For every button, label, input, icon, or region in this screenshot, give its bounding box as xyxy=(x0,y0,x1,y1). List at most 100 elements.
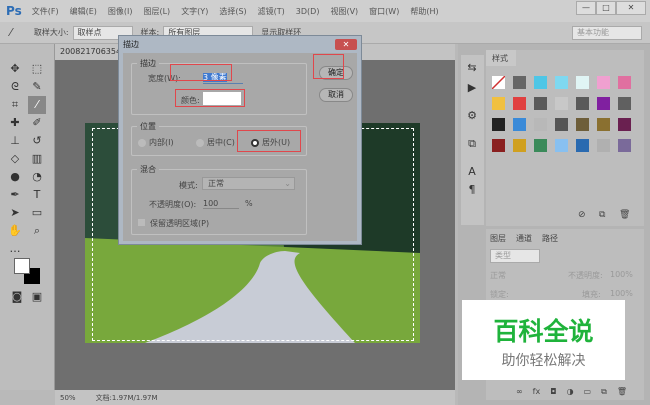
link-layers-icon[interactable]: ∞ xyxy=(516,387,523,397)
dialog-close-button[interactable]: ✕ xyxy=(335,39,357,50)
style-swatch[interactable] xyxy=(513,97,526,110)
lasso-tool-icon[interactable]: ᘓ xyxy=(6,78,24,96)
screen-mode-icon[interactable]: ▣ xyxy=(28,288,46,306)
menu-filter[interactable]: 滤镜(T) xyxy=(258,6,285,17)
cancel-button[interactable]: 取消 xyxy=(319,88,353,102)
fill-value[interactable]: 100% xyxy=(610,289,633,298)
eyedropper-icon[interactable]: ⁄ xyxy=(10,26,12,39)
tab-layers[interactable]: 图层 xyxy=(490,233,506,244)
radio-center[interactable]: 居中(C) xyxy=(196,137,235,148)
new-layer-icon[interactable]: ⧉ xyxy=(601,387,607,397)
style-swatch[interactable] xyxy=(534,139,547,152)
menu-edit[interactable]: 编辑(E) xyxy=(70,6,97,17)
more-tools-icon[interactable]: … xyxy=(6,240,24,258)
path-select-icon[interactable]: ➤ xyxy=(6,204,24,222)
style-swatch[interactable] xyxy=(492,97,505,110)
close-button[interactable]: ✕ xyxy=(616,1,646,15)
quick-mask-icon[interactable]: ◙ xyxy=(8,288,26,306)
crop-tool-icon[interactable]: ⌗ xyxy=(6,96,24,114)
preserve-transparency-checkbox[interactable]: 保留透明区域(P) xyxy=(138,218,209,229)
paragraph-icon[interactable]: ¶ xyxy=(463,181,481,199)
style-swatch[interactable] xyxy=(555,97,568,110)
style-swatch[interactable] xyxy=(576,97,589,110)
style-swatch[interactable] xyxy=(597,139,610,152)
style-swatch[interactable] xyxy=(492,118,505,131)
style-swatch[interactable] xyxy=(576,76,589,89)
document-tab[interactable]: 200821706354 xyxy=(60,47,121,56)
style-swatch[interactable] xyxy=(534,118,547,131)
style-swatch[interactable] xyxy=(618,97,631,110)
move-tool-icon[interactable]: ✥ xyxy=(6,60,24,78)
pen-tool-icon[interactable]: ✒ xyxy=(6,186,24,204)
style-swatch[interactable] xyxy=(576,118,589,131)
adjustment-icon[interactable]: ◑ xyxy=(567,387,574,397)
clear-style-icon[interactable]: ⊘ xyxy=(578,210,586,220)
style-swatch[interactable] xyxy=(618,118,631,131)
style-swatch[interactable] xyxy=(618,139,631,152)
zoom-level[interactable]: 50% xyxy=(60,394,76,402)
actions-play-icon[interactable]: ▶ xyxy=(463,79,481,97)
minimize-button[interactable]: — xyxy=(576,1,596,15)
style-swatch[interactable] xyxy=(534,97,547,110)
character-icon[interactable]: A xyxy=(463,163,481,181)
opacity-input[interactable]: 100 xyxy=(203,199,239,209)
style-swatch[interactable] xyxy=(513,139,526,152)
stamp-tool-icon[interactable]: ⊥ xyxy=(6,132,24,150)
style-swatch[interactable] xyxy=(576,139,589,152)
style-swatch[interactable] xyxy=(597,118,610,131)
maximize-button[interactable]: □ xyxy=(596,1,616,15)
workspace-select[interactable]: 基本功能 xyxy=(572,25,642,40)
opacity-value[interactable]: 100% xyxy=(610,270,633,279)
menu-image[interactable]: 图像(I) xyxy=(108,6,133,17)
history-icon[interactable]: ⇆ xyxy=(463,59,481,77)
delete-layer-icon[interactable]: 🗑 xyxy=(617,387,627,397)
menu-window[interactable]: 窗口(W) xyxy=(369,6,399,17)
foreground-color[interactable] xyxy=(14,258,30,274)
menu-file[interactable]: 文件(F) xyxy=(32,6,59,17)
eraser-tool-icon[interactable]: ◇ xyxy=(6,150,24,168)
menu-3d[interactable]: 3D(D) xyxy=(296,7,320,16)
tab-channels[interactable]: 通道 xyxy=(516,233,532,244)
style-swatch[interactable] xyxy=(492,76,505,89)
mask-icon[interactable]: ◘ xyxy=(550,387,556,397)
style-swatch[interactable] xyxy=(597,76,610,89)
menu-layer[interactable]: 图层(L) xyxy=(143,6,170,17)
eyedropper-tool-icon[interactable]: ⁄ xyxy=(28,96,46,114)
quick-select-icon[interactable]: ✎ xyxy=(28,78,46,96)
blur-tool-icon[interactable]: ● xyxy=(6,168,24,186)
zoom-tool-icon[interactable]: ⌕ xyxy=(28,222,46,240)
healing-tool-icon[interactable]: ✚ xyxy=(6,114,24,132)
style-swatch[interactable] xyxy=(555,139,568,152)
style-swatch[interactable] xyxy=(555,76,568,89)
layer-filter-select[interactable]: 类型 xyxy=(490,249,540,263)
brush-tool-icon[interactable]: ✐ xyxy=(28,114,46,132)
marquee-tool-icon[interactable]: ⬚ xyxy=(28,60,46,78)
dodge-tool-icon[interactable]: ◔ xyxy=(28,168,46,186)
tab-styles[interactable]: 样式 xyxy=(486,50,516,66)
history-brush-icon[interactable]: ↺ xyxy=(28,132,46,150)
menu-select[interactable]: 选择(S) xyxy=(219,6,246,17)
tab-paths[interactable]: 路径 xyxy=(542,233,558,244)
radio-inside[interactable]: 内部(I) xyxy=(138,137,174,148)
layer-blend-select[interactable]: 正常 xyxy=(490,270,506,281)
menu-help[interactable]: 帮助(H) xyxy=(410,6,438,17)
style-swatch[interactable] xyxy=(555,118,568,131)
clone-source-icon[interactable]: ⧉ xyxy=(463,135,481,153)
menu-type[interactable]: 文字(Y) xyxy=(181,6,208,17)
style-swatch[interactable] xyxy=(513,76,526,89)
style-swatch[interactable] xyxy=(513,118,526,131)
hand-tool-icon[interactable]: ✋ xyxy=(6,222,24,240)
new-style-icon[interactable]: ⧉ xyxy=(599,210,605,220)
style-swatch[interactable] xyxy=(492,139,505,152)
properties-icon[interactable]: ⚙ xyxy=(463,107,481,125)
fx-icon[interactable]: fx xyxy=(533,387,541,397)
mode-select[interactable]: 正常 ⌄ xyxy=(202,177,295,190)
style-swatch[interactable] xyxy=(618,76,631,89)
style-swatch[interactable] xyxy=(534,76,547,89)
type-tool-icon[interactable]: T xyxy=(28,186,46,204)
delete-style-icon[interactable]: 🗑 xyxy=(619,210,630,220)
gradient-tool-icon[interactable]: ▥ xyxy=(28,150,46,168)
group-icon[interactable]: ▭ xyxy=(584,387,592,397)
shape-tool-icon[interactable]: ▭ xyxy=(28,204,46,222)
style-swatch[interactable] xyxy=(597,97,610,110)
